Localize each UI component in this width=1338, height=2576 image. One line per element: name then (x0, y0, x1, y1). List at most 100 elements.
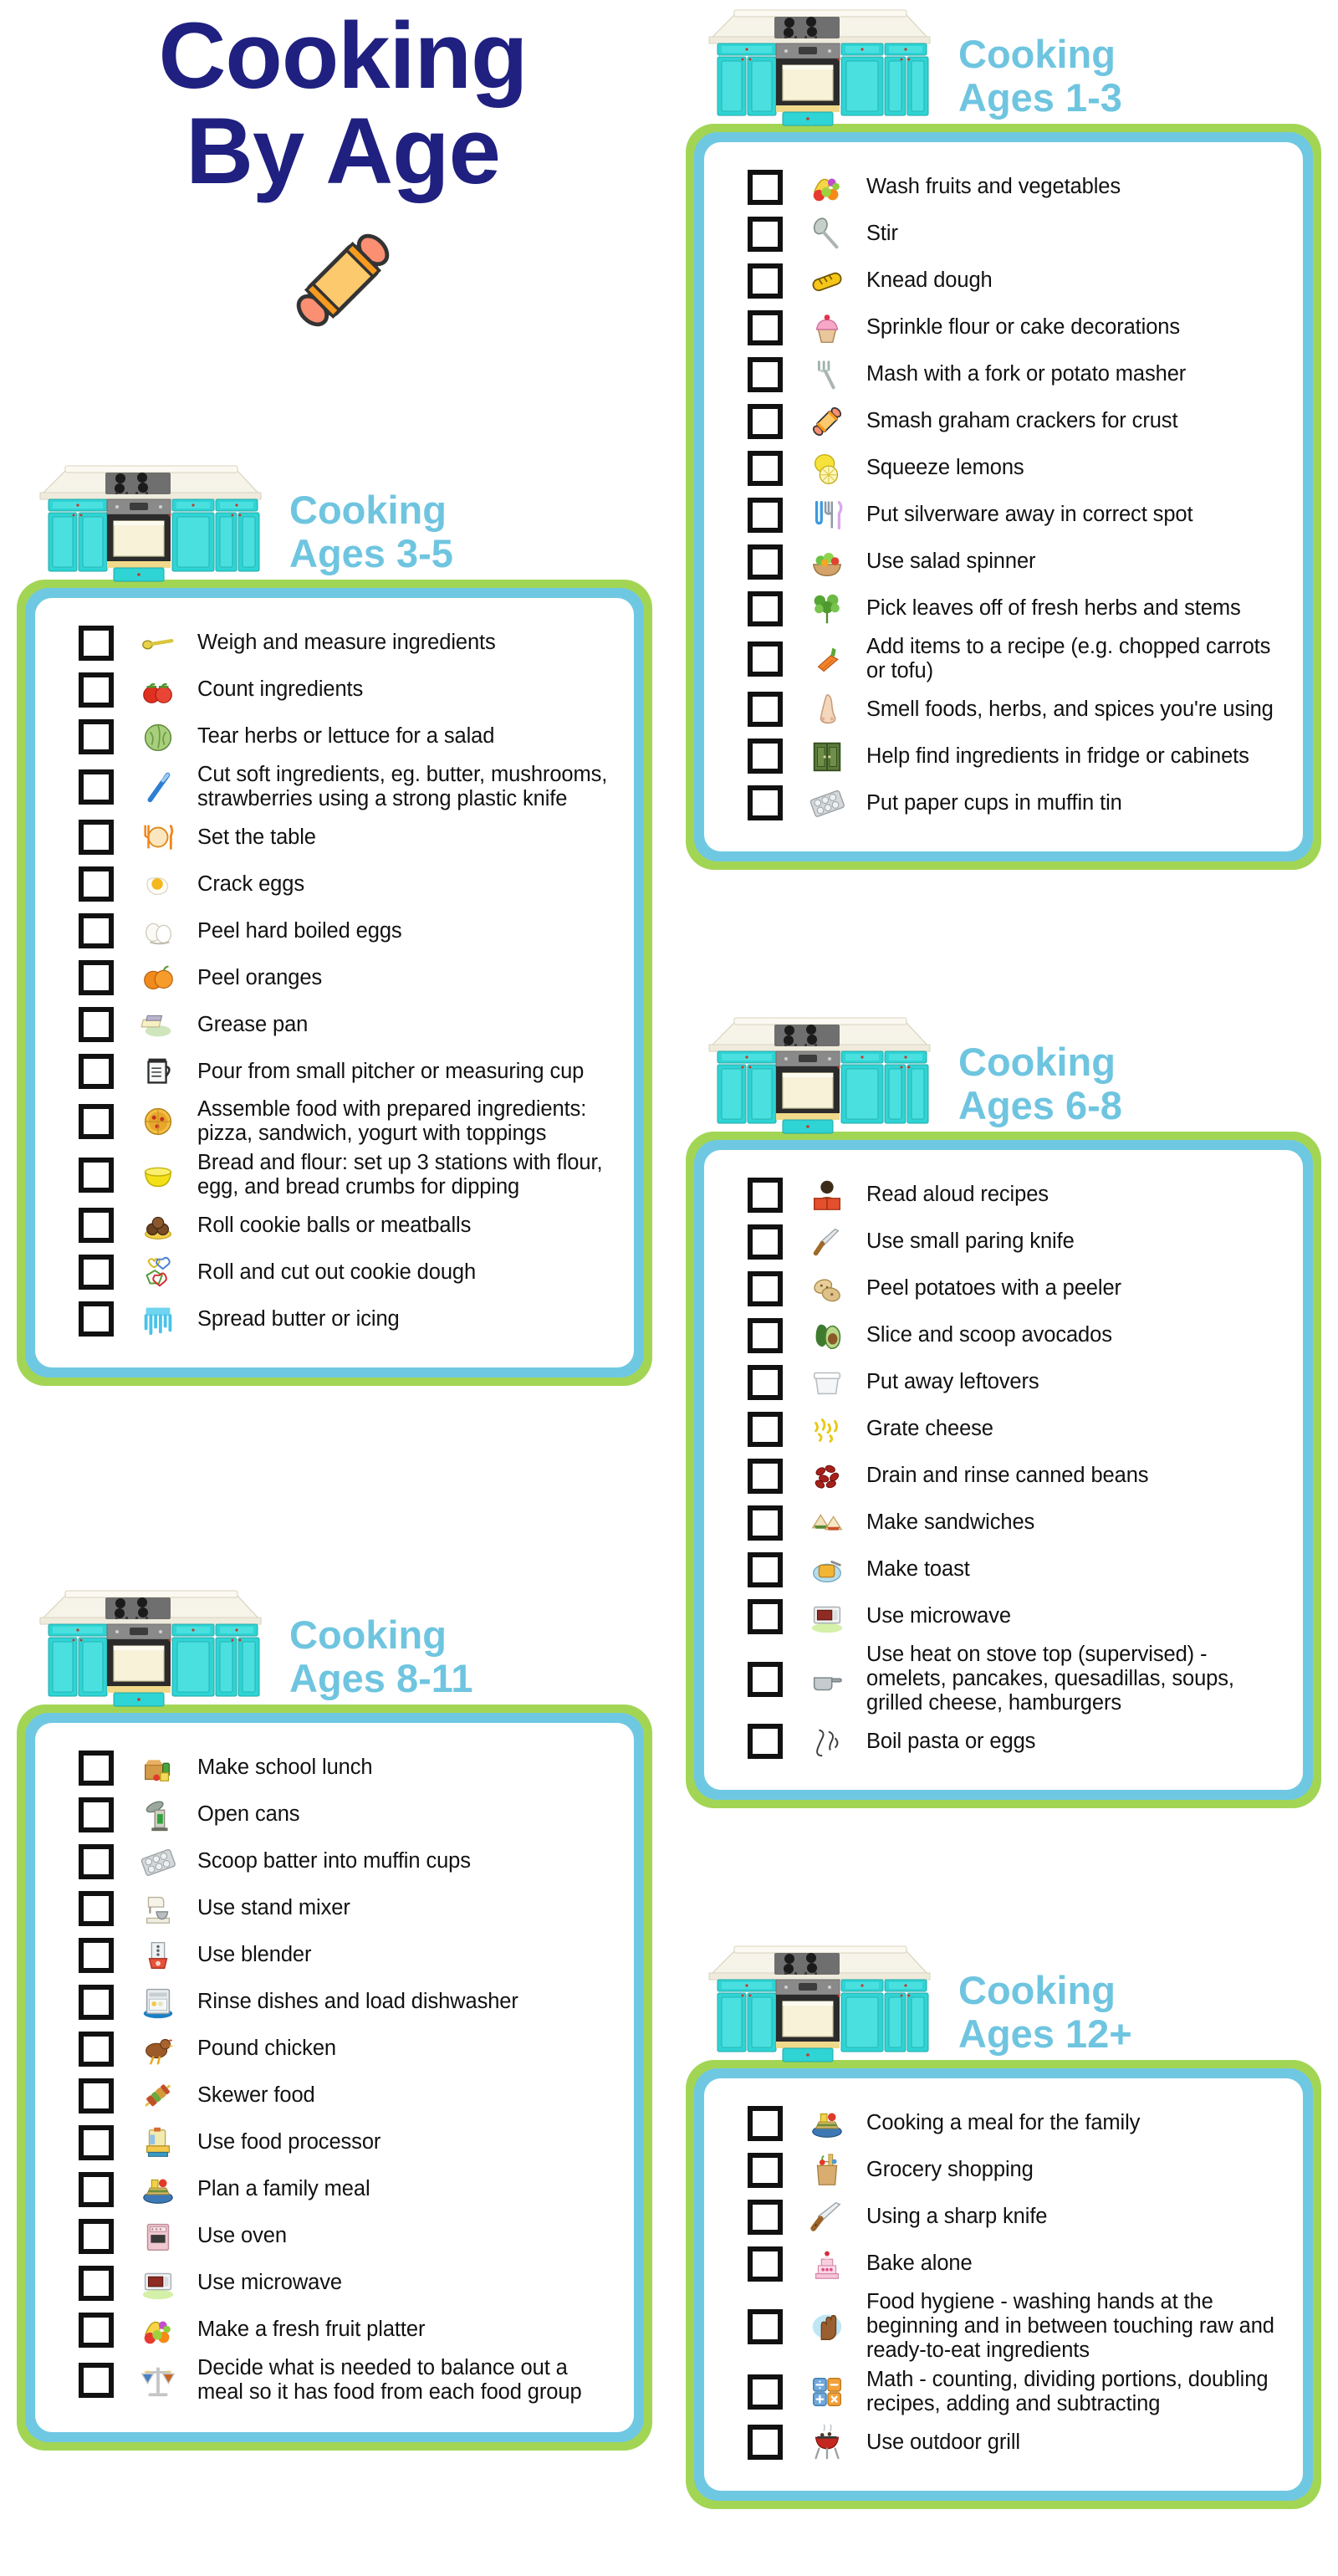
checkbox[interactable] (79, 1104, 114, 1140)
list-item[interactable]: Skewer food (57, 2073, 612, 2119)
checkbox[interactable] (748, 498, 783, 533)
list-item[interactable]: Math - counting, dividing portions, doub… (726, 2365, 1281, 2419)
list-item[interactable]: Cut soft ingredients, eg. butter, mushro… (57, 760, 612, 814)
list-item[interactable]: Pick leaves off of fresh herbs and stems (726, 585, 1281, 632)
checkbox[interactable] (748, 1661, 783, 1697)
list-item[interactable]: Slice and scoop avocados (726, 1312, 1281, 1359)
list-item[interactable]: Crack eggs (57, 861, 612, 907)
list-item[interactable]: Grease pan (57, 1001, 612, 1048)
list-item[interactable]: Use microwave (726, 1593, 1281, 1640)
checkbox[interactable] (79, 2078, 114, 2113)
checkbox[interactable] (79, 2125, 114, 2160)
list-item[interactable]: Make toast (726, 1546, 1281, 1593)
list-item[interactable]: Peel potatoes with a peeler (726, 1265, 1281, 1312)
list-item[interactable]: Plan a family meal (57, 2166, 612, 2213)
list-item[interactable]: Use salad spinner (726, 539, 1281, 585)
checkbox[interactable] (748, 1459, 783, 1494)
list-item[interactable]: Add items to a recipe (e.g. chopped carr… (726, 632, 1281, 686)
checkbox[interactable] (79, 1054, 114, 1090)
list-item[interactable]: Bake alone (726, 2241, 1281, 2287)
checkbox[interactable] (79, 2172, 114, 2207)
checkbox[interactable] (748, 2308, 783, 2344)
list-item[interactable]: Wash fruits and vegetables (726, 164, 1281, 211)
list-item[interactable]: Use food processor (57, 2119, 612, 2166)
checkbox[interactable] (748, 404, 783, 439)
checkbox[interactable] (748, 739, 783, 774)
checkbox[interactable] (79, 2266, 114, 2301)
checkbox[interactable] (748, 641, 783, 677)
checkbox[interactable] (79, 1007, 114, 1043)
checkbox[interactable] (79, 1844, 114, 1879)
checkbox[interactable] (79, 626, 114, 661)
list-item[interactable]: Grate cheese (726, 1406, 1281, 1453)
checkbox[interactable] (748, 217, 783, 252)
checkbox[interactable] (748, 591, 783, 626)
list-item[interactable]: Drain and rinse canned beans (726, 1453, 1281, 1500)
checkbox[interactable] (79, 1938, 114, 1973)
list-item[interactable]: Use small paring knife (726, 1219, 1281, 1265)
checkbox[interactable] (79, 672, 114, 708)
list-item[interactable]: Boil pasta or eggs (726, 1718, 1281, 1765)
list-item[interactable]: Use oven (57, 2213, 612, 2260)
list-item[interactable]: Spread butter or icing (57, 1296, 612, 1342)
list-item[interactable]: Use blender (57, 1932, 612, 1979)
checkbox[interactable] (79, 913, 114, 949)
list-item[interactable]: Use heat on stove top (supervised) - ome… (726, 1640, 1281, 1718)
list-item[interactable]: Decide what is needed to balance out a m… (57, 2354, 612, 2407)
list-item[interactable]: Mash with a fork or potato masher (726, 351, 1281, 398)
checkbox[interactable] (79, 2219, 114, 2254)
list-item[interactable]: Pour from small pitcher or measuring cup (57, 1048, 612, 1095)
checkbox[interactable] (79, 1208, 114, 1244)
checkbox[interactable] (748, 544, 783, 580)
checkbox[interactable] (79, 1751, 114, 1786)
list-item[interactable]: Make a fresh fruit platter (57, 2307, 612, 2354)
list-item[interactable]: Scoop batter into muffin cups (57, 1838, 612, 1885)
list-item[interactable]: Put silverware away in correct spot (726, 492, 1281, 539)
checkbox[interactable] (79, 2363, 114, 2399)
list-item[interactable]: Assemble food with prepared ingredients:… (57, 1095, 612, 1148)
list-item[interactable]: Using a sharp knife (726, 2194, 1281, 2241)
list-item[interactable]: Count ingredients (57, 667, 612, 713)
checkbox[interactable] (748, 1412, 783, 1447)
list-item[interactable]: Smash graham crackers for crust (726, 398, 1281, 445)
checkbox[interactable] (748, 1318, 783, 1353)
checkbox[interactable] (748, 1599, 783, 1634)
checkbox[interactable] (748, 1724, 783, 1760)
checkbox[interactable] (748, 310, 783, 345)
list-item[interactable]: Tear herbs or lettuce for a salad (57, 713, 612, 760)
checkbox[interactable] (748, 2200, 783, 2235)
list-item[interactable]: Set the table (57, 814, 612, 861)
checkbox[interactable] (79, 1797, 114, 1832)
checkbox[interactable] (748, 1552, 783, 1587)
checkbox[interactable] (748, 2374, 783, 2410)
checkbox[interactable] (748, 1178, 783, 1213)
list-item[interactable]: Use outdoor grill (726, 2419, 1281, 2466)
checkbox[interactable] (748, 1271, 783, 1306)
checkbox[interactable] (79, 1255, 114, 1291)
list-item[interactable]: Weigh and measure ingredients (57, 620, 612, 667)
list-item[interactable]: Make school lunch (57, 1745, 612, 1791)
checkbox[interactable] (748, 451, 783, 486)
checkbox[interactable] (748, 2106, 783, 2141)
list-item[interactable]: Grocery shopping (726, 2147, 1281, 2194)
checkbox[interactable] (79, 1985, 114, 2020)
list-item[interactable]: Squeeze lemons (726, 445, 1281, 492)
checkbox[interactable] (748, 1224, 783, 1260)
checkbox[interactable] (748, 357, 783, 392)
checkbox[interactable] (748, 785, 783, 821)
list-item[interactable]: Help find ingredients in fridge or cabin… (726, 733, 1281, 779)
list-item[interactable]: Roll cookie balls or meatballs (57, 1202, 612, 1249)
list-item[interactable]: Use stand mixer (57, 1885, 612, 1932)
list-item[interactable]: Open cans (57, 1791, 612, 1838)
list-item[interactable]: Put away leftovers (726, 1359, 1281, 1406)
checkbox[interactable] (748, 2153, 783, 2188)
list-item[interactable]: Rinse dishes and load dishwasher (57, 1979, 612, 2026)
checkbox[interactable] (79, 1891, 114, 1926)
checkbox[interactable] (748, 170, 783, 205)
checkbox[interactable] (79, 1301, 114, 1337)
checkbox[interactable] (79, 866, 114, 902)
list-item[interactable]: Knead dough (726, 258, 1281, 304)
checkbox[interactable] (79, 2032, 114, 2067)
list-item[interactable]: Roll and cut out cookie dough (57, 1249, 612, 1296)
list-item[interactable]: Smell foods, herbs, and spices you're us… (726, 686, 1281, 733)
